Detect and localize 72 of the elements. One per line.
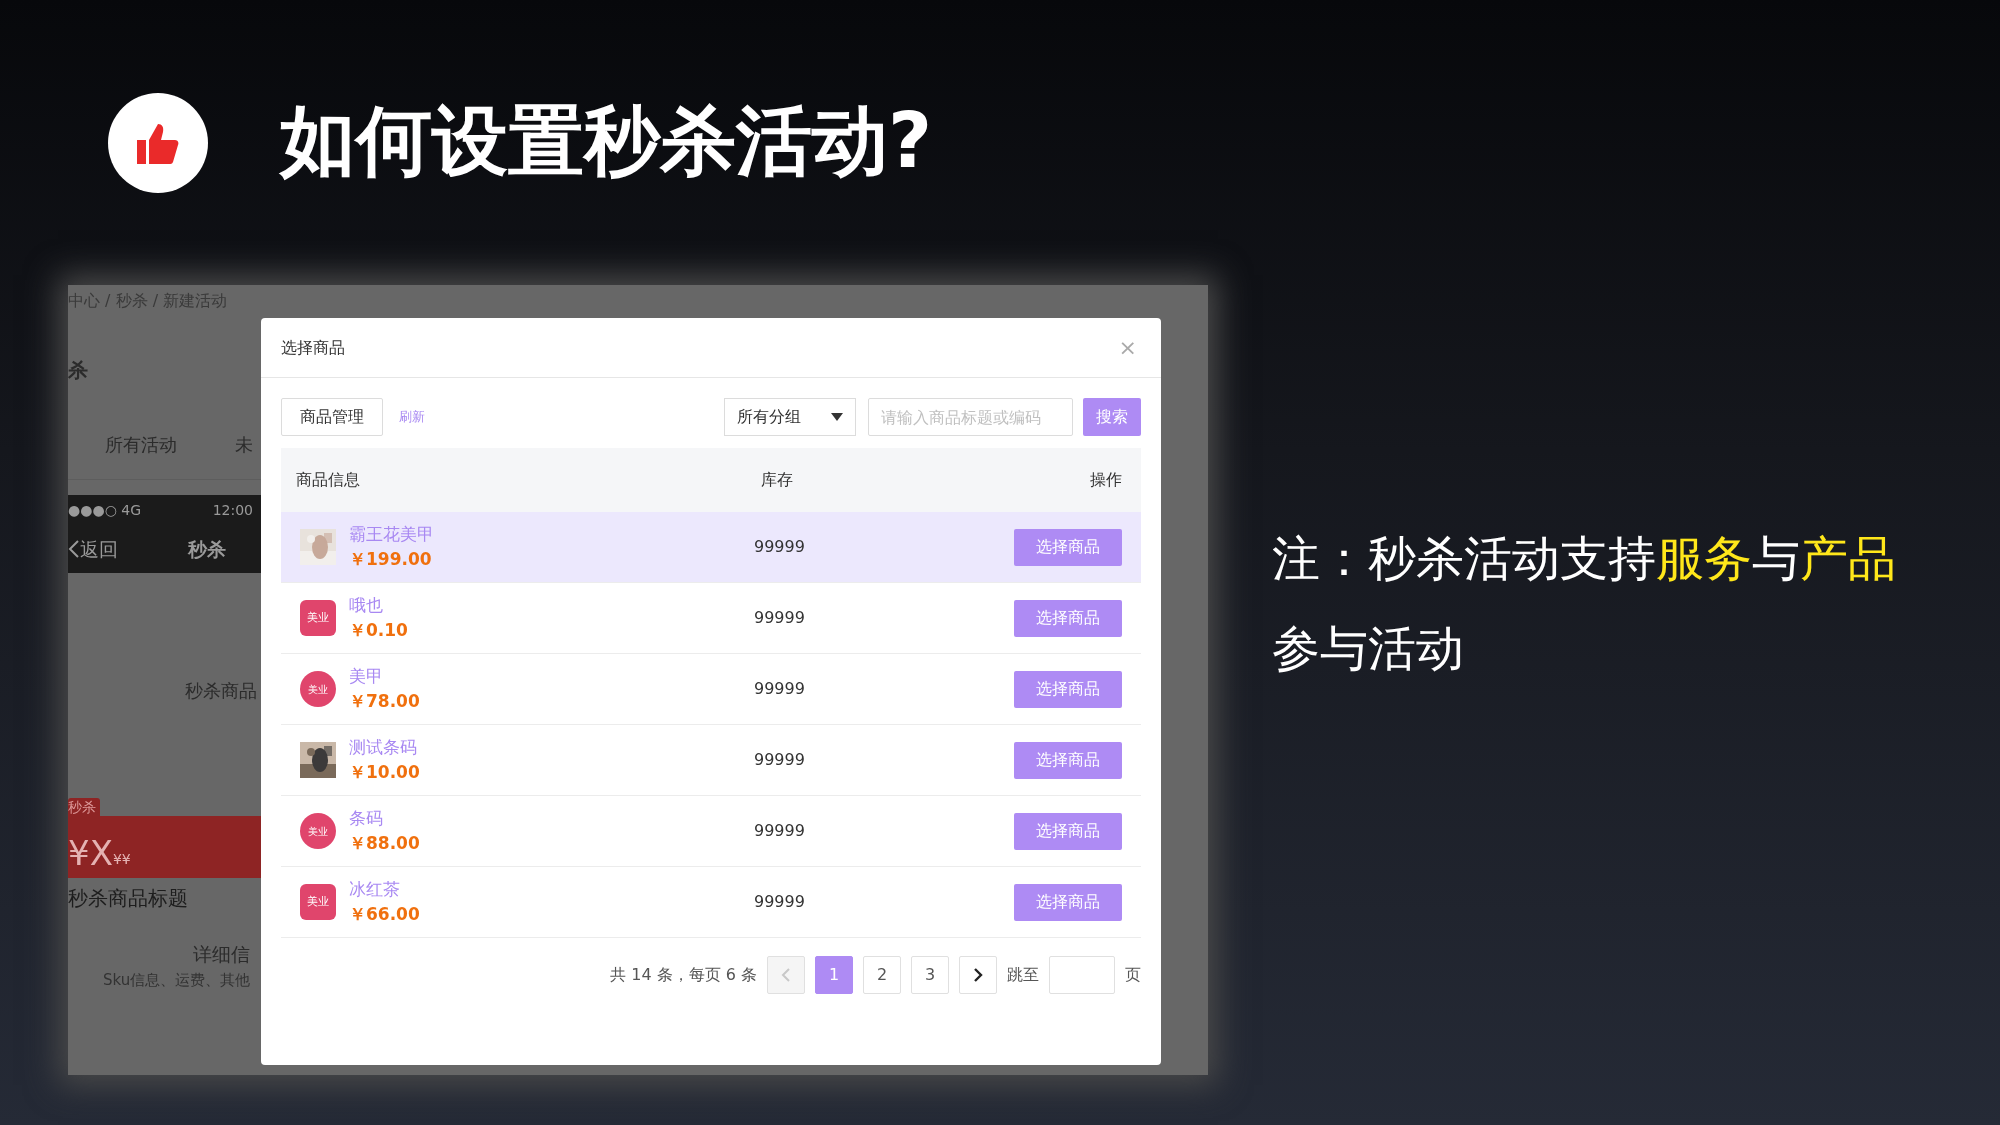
next-page-button[interactable] <box>959 956 997 994</box>
search-button[interactable]: 搜索 <box>1083 398 1141 436</box>
brand-logo: 美业 <box>300 813 336 849</box>
price-small-text: ¥¥ <box>112 851 131 869</box>
manage-button[interactable]: 商品管理 <box>281 398 383 436</box>
stock-value: 99999 <box>754 891 805 913</box>
signal-text: ●●●○ 4G <box>68 500 142 520</box>
product-row[interactable]: 美业 美甲 ￥78.00 99999 选择商品 <box>281 654 1141 725</box>
tab[interactable]: 未 <box>235 431 253 458</box>
flash-sale-tag: 秒杀 <box>68 798 100 816</box>
column-header: 操作 <box>1090 469 1122 491</box>
product-price: ￥199.00 <box>349 548 432 571</box>
select-product-button[interactable]: 选择商品 <box>1014 599 1122 637</box>
brand-logo: 美业 <box>300 884 336 920</box>
price-text: ¥X <box>68 836 113 870</box>
product-name[interactable]: 冰红茶 <box>349 877 400 902</box>
product-price: ￥66.00 <box>349 903 420 926</box>
product-price: ￥0.10 <box>349 619 408 642</box>
refresh-link[interactable]: 刷新 <box>399 407 425 427</box>
product-name[interactable]: 美甲 <box>349 664 383 689</box>
note-text: 参与活动 <box>1272 619 1465 678</box>
back-chevron-icon <box>68 539 80 559</box>
search-field[interactable]: 请输入商品标题或编码 <box>868 398 1073 436</box>
product-row[interactable]: 霸王花美甲 ￥199.00 99999 选择商品 <box>281 512 1141 583</box>
stock-value: 99999 <box>754 536 805 558</box>
product-price: ￥10.00 <box>349 761 420 784</box>
section-title: 详细信 <box>193 943 250 965</box>
product-price: ￥88.00 <box>349 832 420 855</box>
tab[interactable]: 所有活动 <box>105 431 177 458</box>
page-number-field[interactable] <box>1049 956 1115 994</box>
group-dropdown[interactable]: 所有分组 <box>724 398 856 436</box>
page-button[interactable]: 2 <box>863 956 901 994</box>
page-button[interactable]: 1 <box>815 956 853 994</box>
product-title: 秒杀商品标题 <box>68 886 188 910</box>
note-text: 注：秒杀活动支持服务与产品 <box>1272 529 1896 588</box>
select-product-button[interactable]: 选择商品 <box>1014 883 1122 921</box>
product-name[interactable]: 测试条码 <box>349 735 417 760</box>
stock-value: 99999 <box>754 678 805 700</box>
dialog-title: 选择商品 <box>281 336 345 359</box>
chevron-right-icon <box>973 967 983 983</box>
select-product-button[interactable]: 选择商品 <box>1014 741 1122 779</box>
stock-value: 99999 <box>754 820 805 842</box>
phone-title: 秒杀 <box>188 536 226 562</box>
product-row[interactable]: 美业 条码 ￥88.00 99999 选择商品 <box>281 796 1141 867</box>
back-link[interactable]: 返回 <box>80 534 118 564</box>
select-product-button[interactable]: 选择商品 <box>1014 670 1122 708</box>
jump-label: 跳至 <box>1007 964 1039 986</box>
product-row[interactable]: 美业 哦也 ￥0.10 99999 选择商品 <box>281 583 1141 654</box>
clock-text: 12:00 <box>212 500 253 520</box>
select-product-button[interactable]: 选择商品 <box>1014 812 1122 850</box>
page-heading: 杀 <box>68 357 88 384</box>
caret-icon <box>831 413 843 421</box>
product-name[interactable]: 哦也 <box>349 593 383 618</box>
product-name[interactable]: 条码 <box>349 806 383 831</box>
product-row[interactable]: 测试条码 ￥10.00 99999 选择商品 <box>281 725 1141 796</box>
stock-value: 99999 <box>754 749 805 771</box>
slide-title: 如何设置秒杀活动? <box>280 103 933 179</box>
product-price: ￥78.00 <box>349 690 420 713</box>
select-product-button[interactable]: 选择商品 <box>1014 528 1122 566</box>
page-button[interactable]: 3 <box>911 956 949 994</box>
close-button[interactable]: × <box>1114 336 1141 359</box>
brand-logo: 美业 <box>300 600 336 636</box>
field-label: 秒杀商品 <box>185 680 257 701</box>
page-unit-label: 页 <box>1125 964 1141 986</box>
product-row[interactable]: 美业 冰红茶 ￥66.00 99999 选择商品 <box>281 867 1141 938</box>
chevron-left-icon <box>781 967 791 983</box>
column-header: 库存 <box>761 469 794 491</box>
product-name[interactable]: 霸王花美甲 <box>349 522 434 547</box>
pagination-summary: 共 14 条，每页 6 条 <box>610 964 757 986</box>
column-header: 商品信息 <box>296 469 361 491</box>
brand-logo: 美业 <box>300 671 336 707</box>
stock-value: 99999 <box>754 607 805 629</box>
